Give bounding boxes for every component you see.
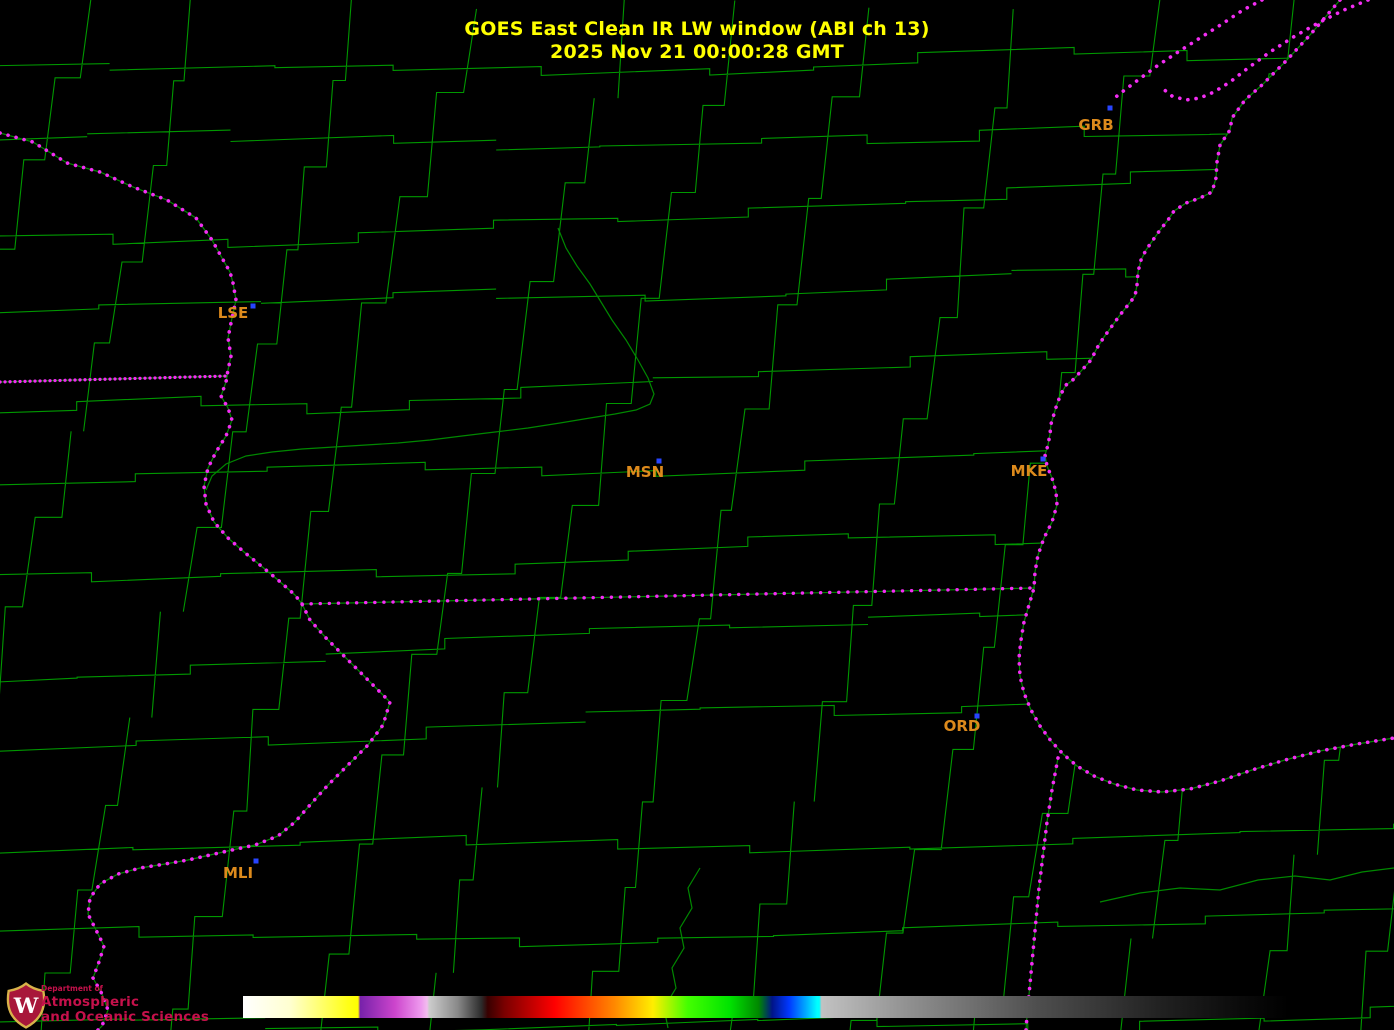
station-label-grb: GRB [1078, 116, 1113, 134]
mississippi-river-outline [0, 133, 390, 1030]
county-grid [0, 0, 1394, 1030]
wisconsin-river [206, 228, 654, 490]
station-label-msn: MSN [626, 463, 664, 481]
logo-dept-line: Department of [41, 985, 209, 993]
mississippi-river-dots [0, 133, 390, 1030]
satellite-viewer: LSEGRBMSNMKEORDMLI GOES East Clean IR LW… [0, 0, 1394, 1030]
station-label-mke: MKE [1011, 462, 1048, 480]
uw-aos-logo: W Department of Atmospheric and Oceanic … [5, 982, 225, 1030]
state-border-dotted-lines [0, 0, 1394, 1030]
lake-michigan-shore-dots [1019, 0, 1394, 792]
kalamazoo-river [1100, 868, 1394, 902]
station-label-mli: MLI [223, 864, 253, 882]
water-and-state-outlines [0, 0, 1394, 1030]
satellite-map[interactable]: LSE GRB MSN MKE ORD MLI [0, 0, 1394, 1030]
county-boundary-lines [0, 0, 1394, 1030]
logo-line-1: Atmospheric [41, 995, 209, 1010]
station-markers: LSE GRB MSN MKE ORD MLI [218, 106, 1114, 883]
crest-letter: W [13, 993, 39, 1019]
ir-temperature-colorbar [243, 996, 1289, 1018]
lake-michigan-shoreline-outline [1019, 0, 1394, 792]
mn-ia-border-dots [0, 376, 228, 382]
station-label-lse: LSE [218, 304, 249, 322]
station-label-ord: ORD [944, 717, 981, 735]
logo-text: Department of Atmospheric and Oceanic Sc… [41, 982, 209, 1025]
station-dot-mke [1041, 457, 1046, 462]
logo-line-2: and Oceanic Sciences [41, 1010, 209, 1025]
station-dot-lse [251, 304, 256, 309]
il-in-border-dots [1026, 758, 1058, 1030]
station-dot-mli [254, 859, 259, 864]
station-dot-grb [1108, 106, 1113, 111]
green-bay-east-shore-dots [1162, 0, 1368, 100]
